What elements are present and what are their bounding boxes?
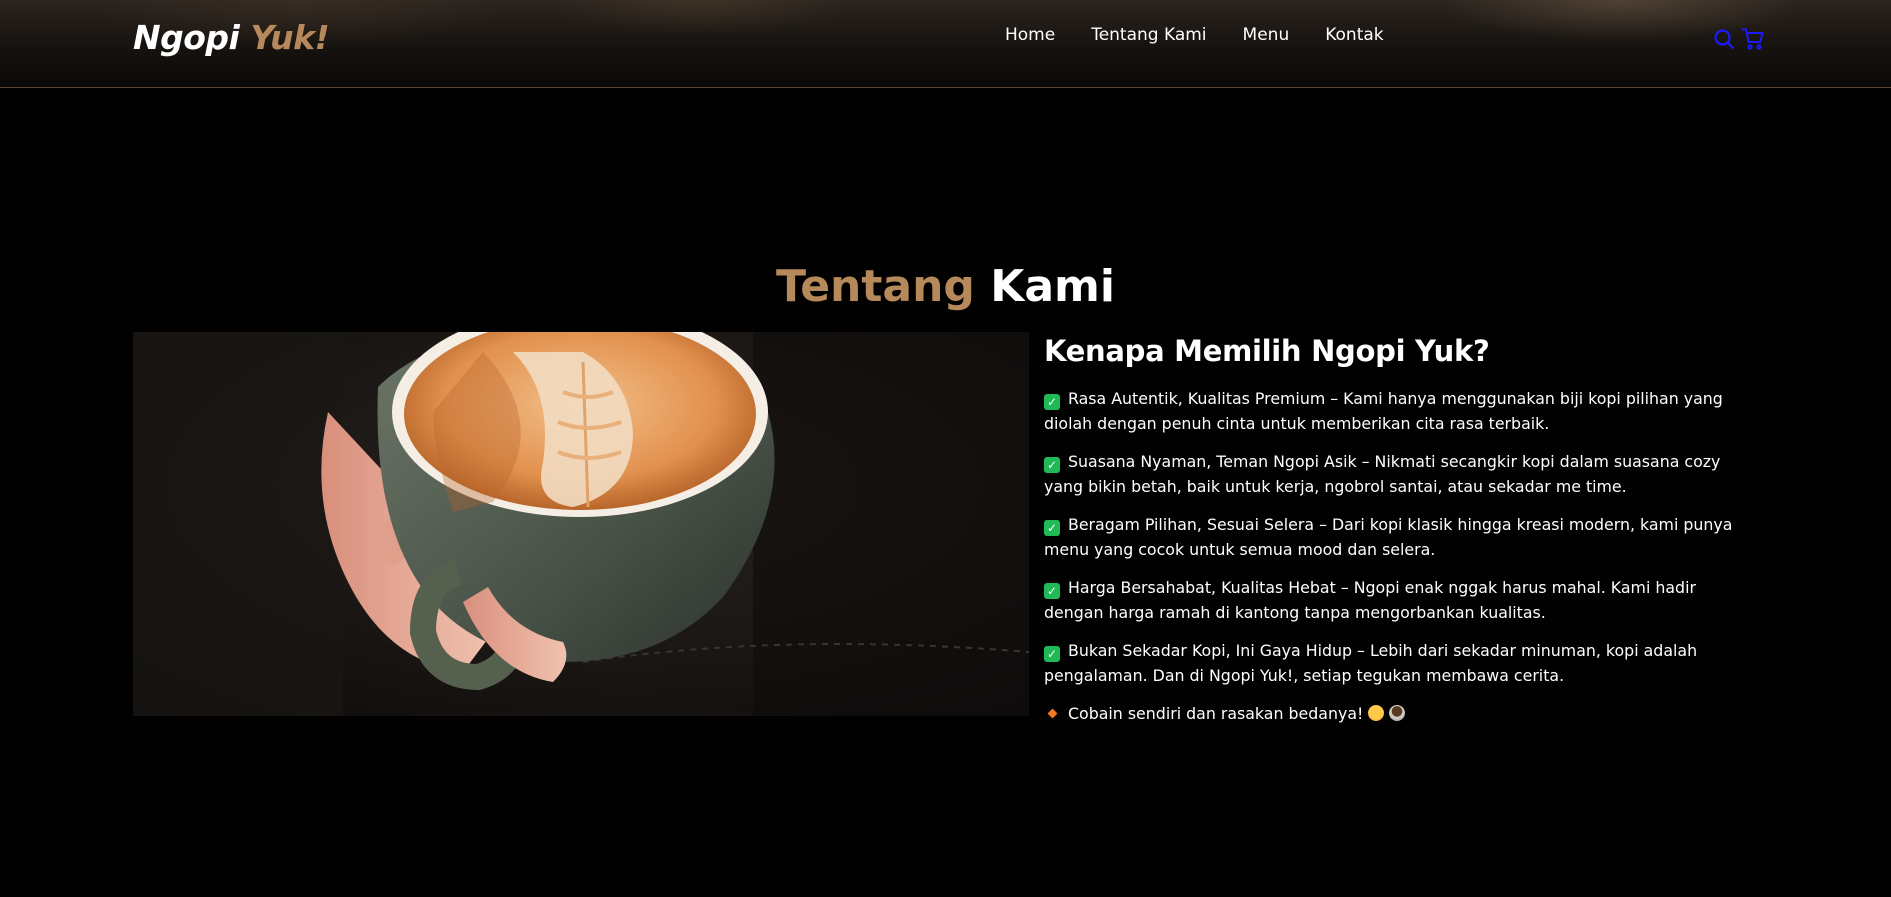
about-image [133,332,1029,716]
check-icon: ✓ [1044,646,1060,662]
check-icon: ✓ [1044,457,1060,473]
orange-diamond-icon [1047,708,1058,719]
nav-link-kontak[interactable]: Kontak [1325,25,1383,45]
about-content: Kenapa Memilih Ngopi Yuk? ✓ Rasa Autentik… [1044,334,1744,739]
nav-icons [1712,27,1765,51]
brand-logo[interactable]: Ngopi Yuk! [133,18,330,57]
about-heading: Kenapa Memilih Ngopi Yuk? [1044,334,1490,368]
coffee-cup-icon [1389,705,1406,721]
navbar: Ngopi Yuk! Home Tentang Kami Menu Kontak [0,0,1891,88]
about-closing-text: Cobain sendiri dan rasakan bedanya! [1068,704,1364,723]
brand-name-first: Ngopi [133,18,240,57]
about-point-text: Beragam Pilihan, Sesuai Selera – Dari ko… [1044,515,1733,559]
about-point: ✓ Rasa Autentik, Kualitas Premium – Kami … [1044,386,1744,436]
search-icon[interactable] [1712,27,1736,51]
section-title-main: Kami [990,260,1115,312]
about-closing: Cobain sendiri dan rasakan bedanya! [1044,701,1744,726]
section-title-accent: Tentang [776,260,975,312]
shopping-cart-icon[interactable] [1741,27,1765,51]
about-point: ✓ Beragam Pilihan, Sesuai Selera – Dari k… [1044,512,1744,562]
about-point-text: Rasa Autentik, Kualitas Premium – Kami h… [1044,389,1723,433]
about-point: ✓ Suasana Nyaman, Teman Ngopi Asik – Nikm… [1044,449,1744,499]
check-icon: ✓ [1044,583,1060,599]
nav-links: Home Tentang Kami Menu Kontak [1005,25,1384,45]
nav-link-tentang-kami[interactable]: Tentang Kami [1091,25,1206,45]
smiley-face-icon [1368,705,1385,721]
about-point: ✓ Bukan Sekadar Kopi, Ini Gaya Hidup – Le… [1044,638,1744,688]
section-title: Tentang Kami [0,261,1891,312]
about-point-text: Harga Bersahabat, Kualitas Hebat – Ngopi… [1044,578,1696,622]
brand-name-second: Yuk! [250,18,330,57]
about-point-text: Suasana Nyaman, Teman Ngopi Asik – Nikma… [1044,452,1721,496]
nav-link-home[interactable]: Home [1005,25,1055,45]
check-icon: ✓ [1044,520,1060,536]
check-icon: ✓ [1044,394,1060,410]
about-point-text: Bukan Sekadar Kopi, Ini Gaya Hidup – Leb… [1044,641,1698,685]
about-point: ✓ Harga Bersahabat, Kualitas Hebat – Ngop… [1044,575,1744,625]
nav-link-menu[interactable]: Menu [1243,25,1290,45]
